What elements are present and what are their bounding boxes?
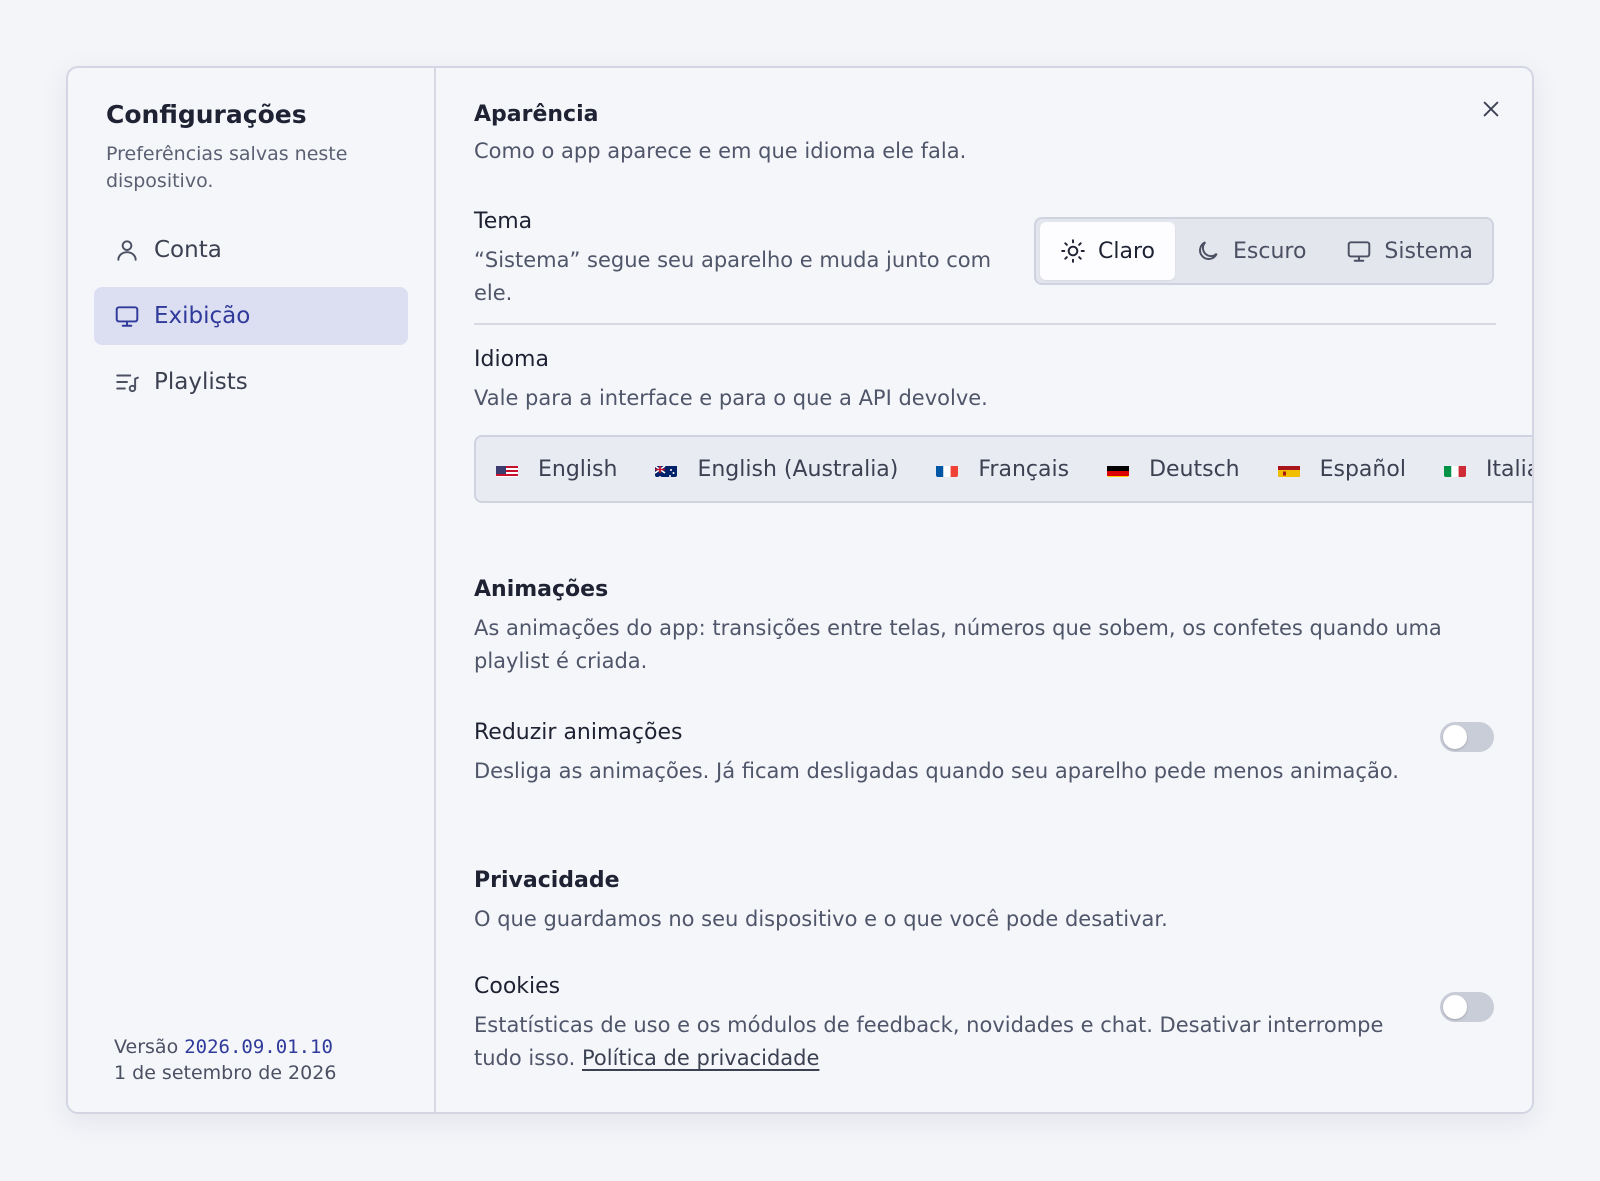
reduce-animations-setting: Reduzir animações Desliga as animações. … bbox=[474, 720, 1494, 788]
reduce-animations-toggle[interactable] bbox=[1440, 722, 1494, 752]
sidebar-item-exibicao[interactable]: Exibição bbox=[94, 287, 408, 345]
settings-dialog: Configurações Preferências salvas neste … bbox=[66, 66, 1534, 1114]
theme-segmented-control: Claro Escuro Sistema bbox=[1034, 217, 1494, 285]
language-option-francais[interactable]: Français bbox=[936, 457, 1069, 482]
us-flag-icon bbox=[496, 462, 518, 477]
de-flag-icon bbox=[1107, 462, 1130, 477]
language-description: Vale para a interface e para o que a API… bbox=[474, 386, 988, 410]
privacy-title: Privacidade bbox=[474, 868, 620, 893]
theme-title: Tema bbox=[474, 209, 533, 234]
sidebar-item-label: Exibição bbox=[154, 303, 251, 329]
language-options: English English (Australia) Français Deu… bbox=[474, 435, 1532, 503]
language-label: Español bbox=[1319, 456, 1406, 482]
theme-option-sistema[interactable]: Sistema bbox=[1326, 222, 1493, 280]
theme-option-label: Escuro bbox=[1232, 238, 1307, 264]
sun-icon bbox=[1060, 238, 1086, 264]
sidebar-title: Configurações bbox=[106, 100, 307, 129]
language-option-deutsch[interactable]: Deutsch bbox=[1107, 457, 1240, 482]
close-button[interactable] bbox=[1476, 96, 1506, 126]
theme-option-label: Claro bbox=[1098, 238, 1155, 264]
settings-sidebar: Configurações Preferências salvas neste … bbox=[68, 68, 436, 1112]
language-title: Idioma bbox=[474, 347, 549, 372]
moon-icon bbox=[1195, 238, 1221, 264]
divider bbox=[474, 323, 1496, 325]
playlist-icon bbox=[114, 369, 140, 395]
sidebar-item-label: Conta bbox=[154, 237, 222, 263]
toggle-knob bbox=[1443, 725, 1467, 749]
theme-option-claro[interactable]: Claro bbox=[1040, 222, 1175, 280]
theme-description: “Sistema” segue seu aparelho e muda junt… bbox=[474, 248, 992, 305]
privacy-policy-link[interactable]: Política de privacidade bbox=[582, 1046, 819, 1070]
theme-option-label: Sistema bbox=[1384, 238, 1474, 264]
sidebar-subtitle: Preferências salvas neste dispositivo. bbox=[106, 143, 348, 192]
sidebar-item-conta[interactable]: Conta bbox=[94, 221, 408, 279]
language-option-english[interactable]: English bbox=[496, 457, 617, 482]
toggle-knob bbox=[1443, 995, 1467, 1019]
language-option-espanol[interactable]: Español bbox=[1277, 456, 1406, 482]
language-option-italiano[interactable]: Italia bbox=[1443, 456, 1532, 482]
theme-setting: Tema “Sistema” segue seu aparelho e muda… bbox=[474, 209, 1494, 315]
user-icon bbox=[114, 237, 140, 263]
privacy-section: Privacidade O que guardamos no seu dispo… bbox=[474, 868, 1494, 1075]
version-number: 2026.09.01.10 bbox=[184, 1036, 333, 1058]
language-setting: Idioma Vale para a interface e para o qu… bbox=[474, 347, 1532, 503]
version-date: 1 de setembro de 2026 bbox=[114, 1062, 337, 1084]
sidebar-item-label: Playlists bbox=[154, 369, 248, 395]
privacy-description: O que guardamos no seu dispositivo e o q… bbox=[474, 907, 1168, 931]
cookies-toggle[interactable] bbox=[1440, 992, 1494, 1022]
it-flag-icon bbox=[1443, 462, 1466, 477]
cookies-title: Cookies bbox=[474, 974, 561, 999]
animations-section: Animações As animações do app: transiçõe… bbox=[474, 577, 1494, 788]
fr-flag-icon bbox=[936, 462, 959, 477]
close-icon bbox=[1480, 98, 1502, 124]
appearance-section: Aparência Como o app aparece e em que id… bbox=[474, 102, 1532, 503]
monitor-icon bbox=[114, 303, 140, 329]
animations-description: As animações do app: transições entre te… bbox=[474, 616, 1442, 673]
language-label: Italia bbox=[1485, 456, 1532, 482]
sidebar-item-playlists[interactable]: Playlists bbox=[94, 353, 408, 411]
appearance-description: Como o app aparece e em que idioma ele f… bbox=[474, 139, 967, 163]
reduce-animations-title: Reduzir animações bbox=[474, 720, 683, 745]
language-option-english-australia[interactable]: English (Australia) bbox=[655, 457, 898, 482]
language-label: English (Australia) bbox=[697, 456, 899, 482]
theme-option-escuro[interactable]: Escuro bbox=[1175, 222, 1326, 280]
settings-nav: Conta Exibição Playlists bbox=[94, 221, 408, 411]
appearance-title: Aparência bbox=[474, 102, 599, 127]
version-info: Versão 2026.09.01.10 1 de setembro de 202… bbox=[114, 1034, 336, 1086]
language-label: Deutsch bbox=[1149, 456, 1240, 482]
es-flag-icon bbox=[1277, 462, 1300, 477]
animations-title: Animações bbox=[474, 577, 609, 602]
reduce-animations-description: Desliga as animações. Já ficam desligada… bbox=[474, 759, 1399, 783]
au-flag-icon bbox=[655, 462, 678, 477]
settings-content: Aparência Como o app aparece e em que id… bbox=[436, 68, 1532, 1112]
language-label: Français bbox=[978, 456, 1070, 482]
language-label: English bbox=[538, 456, 618, 482]
monitor-icon bbox=[1346, 238, 1372, 264]
cookies-setting: Cookies Estatísticas de uso e os módulos… bbox=[474, 974, 1494, 1075]
cookies-description-wrap: Estatísticas de uso e os módulos de feed… bbox=[474, 1009, 1394, 1075]
version-label: Versão bbox=[114, 1036, 179, 1058]
